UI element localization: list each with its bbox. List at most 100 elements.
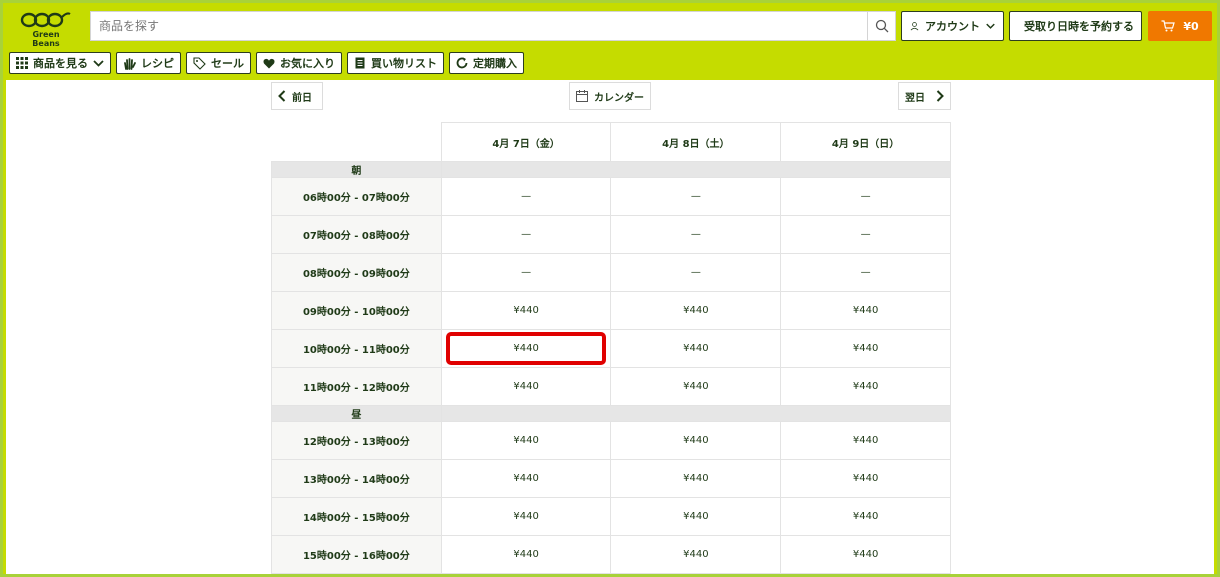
table-row: 07時00分 - 08時00分 — — — [271, 215, 951, 254]
slot-cell: — [440, 253, 612, 292]
table-row: 10時00分 - 11時00分 ¥440 ¥440 ¥440 [271, 329, 951, 368]
nav-subscription[interactable]: 定期購入 [449, 52, 524, 74]
time-slot-label: 14時00分 - 15時00分 [271, 497, 442, 536]
account-button[interactable]: アカウント [901, 11, 1004, 41]
cart-button[interactable]: ¥0 [1148, 11, 1212, 41]
slot-cell-highlighted[interactable]: ¥440 [440, 329, 612, 368]
table-row: 08時00分 - 09時00分 — — — [271, 253, 951, 292]
slot-cell[interactable]: ¥440 [780, 291, 951, 330]
slot-cell[interactable]: ¥440 [610, 459, 782, 498]
next-day-label: 翌日 [905, 92, 925, 104]
slot-cell: — [780, 253, 951, 292]
nav-label: 商品を見る [33, 57, 88, 70]
slot-cell[interactable]: ¥440 [780, 421, 951, 460]
nav-favorites[interactable]: お気に入り [256, 52, 342, 74]
nav-shopping-list[interactable]: 買い物リスト [347, 52, 444, 74]
time-slot-label: 08時00分 - 09時00分 [271, 253, 442, 292]
table-row: 13時00分 - 14時00分 ¥440 ¥440 ¥440 [271, 459, 951, 498]
section-row-morning: 朝 [271, 161, 952, 178]
search-input[interactable] [91, 12, 867, 40]
cart-total: ¥0 [1183, 19, 1199, 33]
slot-cell[interactable]: ¥440 [610, 421, 782, 460]
chevron-right-icon [936, 90, 944, 102]
refresh-icon [456, 57, 468, 69]
user-icon [910, 22, 919, 31]
time-slot-label: 11時00分 - 12時00分 [271, 367, 442, 406]
slot-cell[interactable]: ¥440 [440, 367, 612, 406]
slot-cell[interactable]: ¥440 [780, 535, 951, 574]
corner-cell [271, 122, 442, 162]
section-fill [440, 161, 952, 178]
slot-price: ¥440 [513, 343, 539, 354]
hand-icon [124, 57, 136, 70]
nav-label: お気に入り [280, 57, 335, 70]
slot-cell[interactable]: ¥440 [610, 497, 782, 536]
reserve-label: 受取り日時を予約する [1024, 20, 1134, 33]
slot-cell: — [610, 253, 782, 292]
time-slot-label: 07時00分 - 08時00分 [271, 215, 442, 254]
time-slot-label: 12時00分 - 13時00分 [271, 421, 442, 460]
reserve-pickup-button[interactable]: 受取り日時を予約する [1009, 11, 1142, 41]
nav-label: レシピ [141, 57, 174, 70]
slot-cell[interactable]: ¥440 [440, 459, 612, 498]
section-label: 昼 [271, 405, 442, 422]
search-bar [90, 11, 896, 41]
nav-label: 定期購入 [473, 57, 517, 70]
time-slot-label: 06時00分 - 07時00分 [271, 177, 442, 216]
slot-cell[interactable]: ¥440 [440, 291, 612, 330]
table-row: 15時00分 - 16時00分 ¥440 ¥440 ¥440 [271, 535, 951, 574]
time-slot-label: 15時00分 - 16時00分 [271, 535, 442, 574]
slot-cell[interactable]: ¥440 [610, 367, 782, 406]
nav-label: セール [211, 57, 244, 70]
search-icon [875, 19, 888, 33]
slot-cell: — [610, 215, 782, 254]
slot-cell[interactable]: ¥440 [610, 329, 782, 368]
slot-cell: — [440, 177, 612, 216]
slot-cell[interactable]: ¥440 [610, 535, 782, 574]
table-row: 09時00分 - 10時00分 ¥440 ¥440 ¥440 [271, 291, 951, 330]
date-header-row: 4月 7日（金） 4月 8日（土） 4月 9日（日） [271, 122, 951, 162]
time-slot-label: 09時00分 - 10時00分 [271, 291, 442, 330]
prev-day-label: 前日 [292, 92, 312, 104]
date-header: 4月 9日（日） [780, 122, 951, 162]
grid-icon [16, 57, 28, 69]
account-label: アカウント [925, 20, 980, 33]
slot-cell[interactable]: ¥440 [780, 329, 951, 368]
nav-browse-products[interactable]: 商品を見る [9, 52, 111, 74]
nav-recipes[interactable]: レシピ [116, 52, 181, 74]
search-button[interactable] [867, 12, 895, 40]
schedule-panel: 前日 カレンダー 翌日 4月 7日（金） 4月 8日（土） 4月 9日（日） 朝… [6, 80, 1214, 574]
chevron-left-icon [278, 90, 286, 102]
heart-icon [263, 58, 275, 68]
slot-cell[interactable]: ¥440 [440, 535, 612, 574]
table-row: 11時00分 - 12時00分 ¥440 ¥440 ¥440 [271, 367, 951, 406]
slot-cell[interactable]: ¥440 [440, 421, 612, 460]
slot-cell[interactable]: ¥440 [610, 291, 782, 330]
nav-sale[interactable]: セール [186, 52, 251, 74]
slot-cell: — [780, 215, 951, 254]
chevron-down-icon [986, 23, 995, 29]
logo-text: Green Beans [32, 30, 60, 48]
next-day-button[interactable]: 翌日 [898, 82, 951, 110]
beans-logo-icon [20, 12, 71, 28]
slot-cell: — [440, 215, 612, 254]
cart-icon [1161, 20, 1176, 32]
slot-cell[interactable]: ¥440 [780, 367, 951, 406]
chevron-down-icon [93, 59, 104, 67]
slot-cell[interactable]: ¥440 [780, 497, 951, 536]
table-row: 06時00分 - 07時00分 — — — [271, 177, 951, 216]
site-header: Green Beans アカウント 受取り日時を予約する [0, 0, 1220, 80]
time-slot-label: 10時00分 - 11時00分 [271, 329, 442, 368]
nav-label: 買い物リスト [371, 57, 437, 70]
slot-cell[interactable]: ¥440 [440, 497, 612, 536]
section-row-noon: 昼 [271, 405, 952, 422]
section-label: 朝 [271, 161, 442, 178]
calendar-button[interactable]: カレンダー [569, 82, 651, 110]
delivery-slot-table: 4月 7日（金） 4月 8日（土） 4月 9日（日） 朝 06時00分 - 07… [271, 122, 952, 574]
prev-day-button[interactable]: 前日 [271, 82, 323, 110]
calendar-icon [576, 90, 588, 102]
list-icon [355, 57, 365, 69]
green-beans-logo[interactable]: Green Beans [20, 10, 72, 48]
category-nav: 商品を見る レシピ セール お気に入り 買い物リスト 定期購入 [9, 52, 524, 74]
slot-cell[interactable]: ¥440 [780, 459, 951, 498]
